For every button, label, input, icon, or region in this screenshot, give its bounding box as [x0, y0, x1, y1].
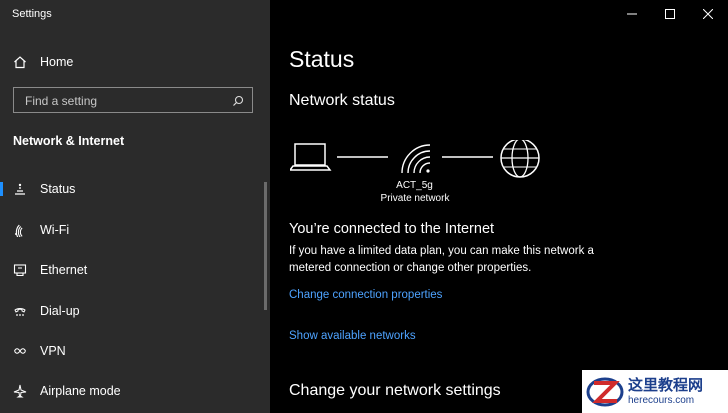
connection-status-heading: You’re connected to the Internet: [289, 221, 495, 237]
laptop-icon: [290, 143, 332, 171]
watermark-logo-icon: [586, 377, 624, 407]
sidebar-item-wifi[interactable]: Wi-Fi: [0, 214, 262, 246]
minimize-button[interactable]: [622, 6, 642, 22]
search-icon[interactable]: [232, 94, 244, 112]
home-icon: [13, 55, 27, 69]
watermark-url: herecours.com: [628, 395, 695, 406]
close-button[interactable]: [698, 6, 718, 22]
minimize-icon: [627, 13, 637, 15]
close-icon: [703, 9, 713, 19]
page-title: Status: [289, 46, 355, 72]
dialup-icon: [13, 304, 27, 318]
sidebar-item-airplane-mode[interactable]: Airplane mode: [0, 375, 262, 407]
home-nav-item[interactable]: Home: [0, 46, 262, 78]
app-title: Settings: [12, 8, 52, 20]
wifi-signal-icon: [401, 144, 431, 174]
main-content: Status Network status ACT_5g Private net…: [270, 0, 728, 413]
search-input[interactable]: [23, 92, 227, 110]
wifi-icon: [13, 223, 27, 237]
search-box[interactable]: [13, 87, 253, 113]
connection-status-description: If you have a limited data plan, you can…: [289, 245, 594, 274]
sidebar-item-ethernet[interactable]: Ethernet: [0, 254, 262, 286]
sidebar-item-label: Ethernet: [40, 263, 88, 277]
sidebar-item-label: Status: [40, 182, 76, 196]
sidebar-item-label: Dial-up: [40, 304, 80, 318]
section-heading: Network & Internet: [13, 134, 125, 148]
change-connection-properties-link[interactable]: Change connection properties: [289, 289, 442, 301]
sidebar-scrollbar[interactable]: [264, 182, 267, 310]
home-label: Home: [40, 55, 74, 69]
airplane-icon: [13, 384, 27, 398]
change-network-settings-heading: Change your network settings: [289, 382, 501, 399]
globe-icon: [500, 140, 540, 178]
maximize-icon: [665, 9, 675, 19]
maximize-button[interactable]: [660, 6, 680, 22]
watermark: 这里教程网 herecours.com: [582, 370, 728, 413]
sidebar-item-label: Wi-Fi: [40, 223, 70, 237]
vpn-icon: [13, 344, 27, 358]
show-available-networks-link[interactable]: Show available networks: [289, 330, 416, 342]
sidebar-item-dialup[interactable]: Dial-up: [0, 295, 262, 327]
network-status-heading: Network status: [289, 92, 395, 109]
network-type: Private network: [380, 193, 450, 204]
sidebar-item-status[interactable]: Status: [0, 173, 262, 205]
network-ssid: ACT_5g: [396, 180, 433, 191]
ethernet-icon: [13, 263, 27, 277]
status-icon: [13, 182, 27, 196]
sidebar-item-label: Airplane mode: [40, 384, 121, 398]
watermark-title: 这里教程网: [628, 376, 704, 394]
sidebar-item-vpn[interactable]: VPN: [0, 335, 262, 367]
sidebar-item-label: VPN: [40, 344, 66, 358]
sidebar: Settings Home Network & Internet Status …: [0, 0, 270, 413]
